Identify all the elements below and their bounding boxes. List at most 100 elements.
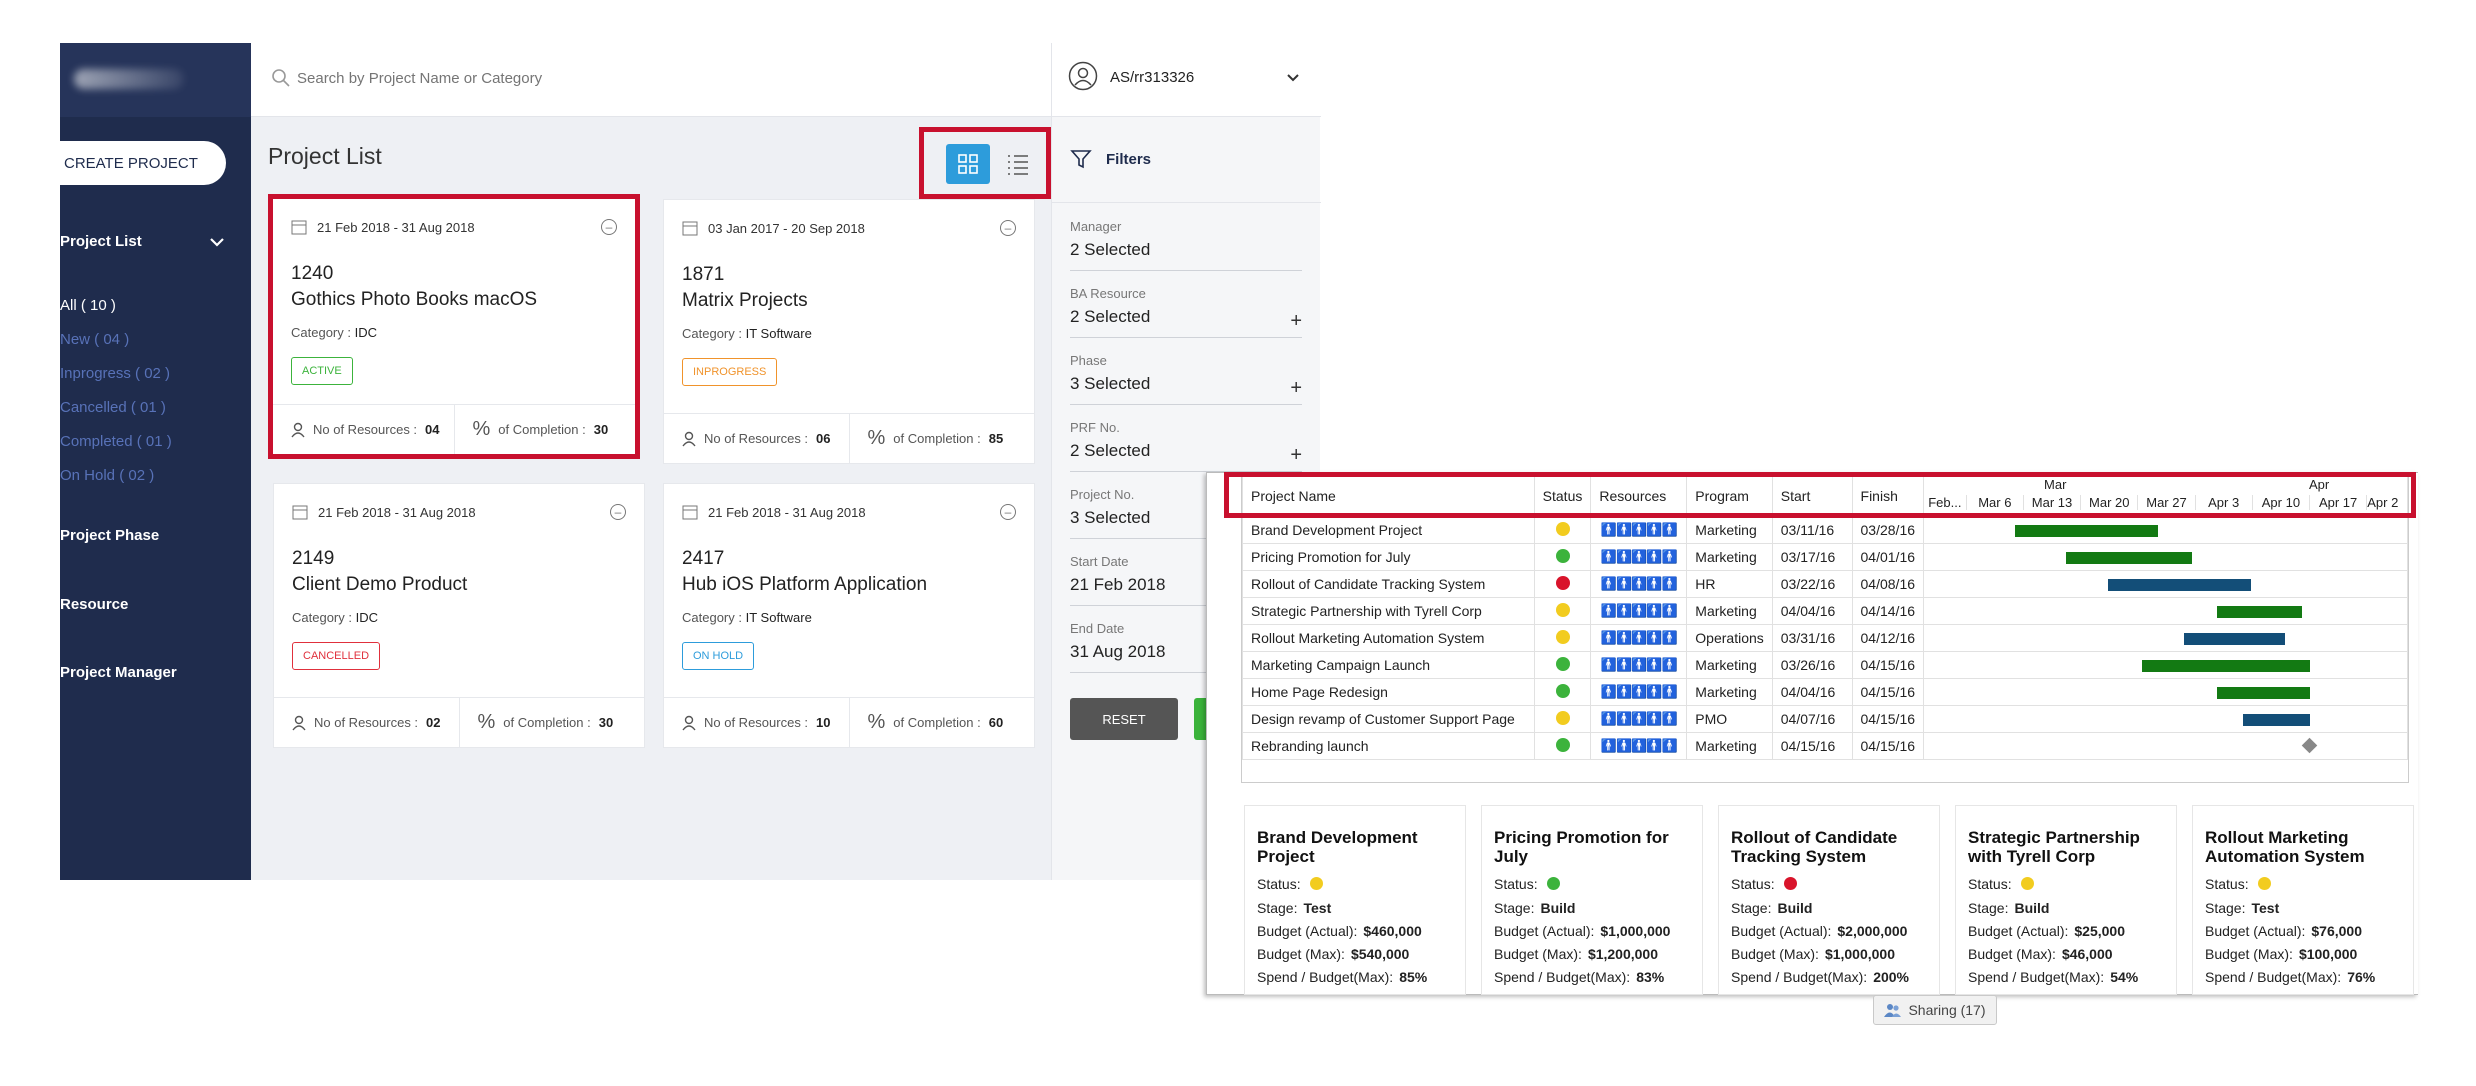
more-options-icon[interactable]: – (601, 219, 617, 235)
filter-label: PRF No. (1070, 420, 1120, 435)
sidebar-item-completed[interactable]: Completed ( 01 ) (60, 433, 172, 450)
sharing-label: Sharing (17) (1908, 1002, 1986, 1018)
col-project-name[interactable]: Project Name (1242, 474, 1535, 517)
grid-icon (958, 154, 978, 174)
grid-view-button[interactable] (946, 144, 990, 184)
card-completion: % of Completion :60 (848, 698, 1035, 747)
summary-budget-max: Budget (Max): $1,200,000 (1494, 946, 1659, 962)
sidebar-item-project-manager[interactable]: Project Manager (60, 664, 177, 681)
project-summary-card[interactable]: Brand Development Project Status: Stage: T… (1244, 805, 1466, 995)
project-card[interactable]: 03 Jan 2017 - 20 Sep 2018 – 1871 Matrix … (663, 199, 1035, 464)
gantt-row[interactable]: Pricing Promotion for July 🚹🚹🚹🚹🚹 Marketing… (1242, 543, 2408, 571)
create-project-button[interactable]: CREATE PROJECT (30, 141, 226, 185)
row-program: Marketing (1686, 678, 1773, 706)
col-resources[interactable]: Resources (1590, 474, 1688, 517)
status-dot-icon (1555, 575, 1570, 590)
main-content: Project List 21 Feb 2018 - 31 Aug 2018 –… (251, 43, 1051, 880)
row-start: 04/04/16 (1771, 678, 1853, 706)
add-icon[interactable]: + (1290, 444, 1302, 467)
gantt-table: Project Name Status Resources Program St… (1242, 474, 2408, 784)
project-summary-card[interactable]: Pricing Promotion for July Status: Stage:… (1481, 805, 1703, 995)
filter-ba-resource[interactable]: BA Resource 2 Selected + (1070, 286, 1302, 338)
user-menu[interactable]: AS/rr313326 (1052, 43, 1321, 117)
card-date: 21 Feb 2018 - 31 Aug 2018 (317, 219, 475, 235)
week-label: Apr 17 (2310, 495, 2368, 510)
status-dot-icon (1555, 629, 1570, 644)
col-status[interactable]: Status (1533, 474, 1592, 517)
sidebar-item-on-hold[interactable]: On Hold ( 02 ) (60, 467, 154, 484)
col-program[interactable]: Program (1686, 474, 1773, 517)
sidebar-item-resource[interactable]: Resource (60, 596, 128, 613)
row-program: Marketing (1686, 543, 1773, 571)
card-project-id: 1240 (291, 263, 334, 284)
sidebar-item-all[interactable]: All ( 10 ) (60, 297, 116, 314)
project-summary-card[interactable]: Strategic Partnership with Tyrell Corp St… (1955, 805, 2177, 995)
row-start: 03/11/16 (1771, 516, 1853, 544)
summary-spend: Spend / Budget(Max): 200% (1731, 969, 1909, 985)
more-options-icon[interactable]: – (1000, 220, 1016, 236)
row-timeline (1923, 516, 2408, 544)
week-label: Apr 10 (2253, 495, 2311, 510)
filter-prf-no[interactable]: PRF No. 2 Selected + (1070, 420, 1302, 472)
filter-phase[interactable]: Phase 3 Selected + (1070, 353, 1302, 405)
row-finish: 04/12/16 (1851, 624, 1925, 652)
gantt-filler-row (1243, 760, 2408, 784)
summary-budget-max: Budget (Max): $46,000 (1968, 946, 2113, 962)
timeline-header: Mar Apr Feb... Mar 6 Mar 13 Mar 20 Mar 2… (1923, 474, 2408, 517)
list-view-button[interactable] (996, 144, 1040, 184)
row-timeline (1923, 624, 2408, 652)
summary-stage: Stage: Build (1731, 900, 1813, 916)
user-avatar-icon (1068, 61, 1098, 91)
search-input[interactable] (297, 65, 897, 91)
row-program: Marketing (1686, 597, 1773, 625)
summary-status: Status: (1257, 876, 1324, 892)
sidebar-project-list-toggle[interactable]: Project List (60, 233, 225, 250)
gantt-bar[interactable] (2217, 606, 2302, 618)
gantt-bar[interactable] (2065, 552, 2193, 564)
summary-stage: Stage: Build (1968, 900, 2050, 916)
summary-stage: Stage: Test (1257, 900, 1332, 916)
sidebar-item-cancelled[interactable]: Cancelled ( 01 ) (60, 399, 166, 416)
row-project-name: Home Page Redesign (1242, 678, 1535, 706)
gantt-bar[interactable] (2107, 579, 2252, 591)
gantt-bar[interactable] (2217, 687, 2311, 699)
gantt-row[interactable]: Rebranding launch 🚹🚹🚹🚹🚹 Marketing 04/15/16 0… (1242, 732, 2408, 760)
calendar-icon (292, 505, 308, 520)
gantt-bar[interactable] (2183, 633, 2285, 645)
project-card[interactable]: 21 Feb 2018 - 31 Aug 2018 – 2417 Hub iOS… (663, 483, 1035, 748)
sidebar-item-inprogress[interactable]: Inprogress ( 02 ) (60, 365, 170, 382)
gantt-bar[interactable] (2242, 714, 2311, 726)
sidebar-item-project-phase[interactable]: Project Phase (60, 527, 159, 544)
user-icon (291, 422, 305, 437)
more-options-icon[interactable]: – (610, 504, 626, 520)
reset-button[interactable]: RESET (1070, 698, 1178, 740)
add-icon[interactable]: + (1290, 310, 1302, 333)
summary-spend: Spend / Budget(Max): 85% (1257, 969, 1428, 985)
project-card[interactable]: 21 Feb 2018 - 31 Aug 2018 – 2149 Client … (273, 483, 645, 748)
card-project-name: Gothics Photo Books macOS (291, 289, 538, 310)
project-card[interactable]: 21 Feb 2018 - 31 Aug 2018 – 1240 Gothics… (268, 194, 640, 459)
filter-label: Phase (1070, 353, 1107, 368)
week-label: Apr 3 (2196, 495, 2253, 510)
week-label: Mar 27 (2138, 495, 2196, 510)
gantt-bar[interactable] (2141, 660, 2311, 672)
row-program: Operations (1686, 624, 1773, 652)
project-summary-card[interactable]: Rollout of Candidate Tracking System Stat… (1718, 805, 1940, 995)
summary-title: Strategic Partnership with Tyrell Corp (1968, 828, 2140, 866)
filter-manager[interactable]: Manager 2 Selected (1070, 219, 1302, 271)
project-summary-card[interactable]: Rollout Marketing Automation System Statu… (2192, 805, 2414, 995)
summary-stage: Stage: Test (2205, 900, 2280, 916)
more-options-icon[interactable]: – (1000, 504, 1016, 520)
sidebar-item-new[interactable]: New ( 04 ) (60, 331, 129, 348)
summary-budget-actual: Budget (Actual): $25,000 (1968, 923, 2125, 939)
add-icon[interactable]: + (1290, 377, 1302, 400)
card-project-name: Client Demo Product (292, 574, 468, 595)
row-project-name: Strategic Partnership with Tyrell Corp (1242, 597, 1535, 625)
col-start[interactable]: Start (1771, 474, 1853, 517)
gantt-bar[interactable] (2015, 525, 2159, 537)
gantt-row[interactable]: Brand Development Project 🚹🚹🚹🚹🚹 Marketing 0… (1242, 516, 2408, 544)
sharing-button[interactable]: Sharing (17) (1873, 995, 1997, 1025)
gantt-row[interactable]: Design revamp of Customer Support Page 🚹🚹… (1242, 705, 2408, 733)
col-finish[interactable]: Finish (1851, 474, 1925, 517)
summary-budget-actual: Budget (Actual): $1,000,000 (1494, 923, 1671, 939)
